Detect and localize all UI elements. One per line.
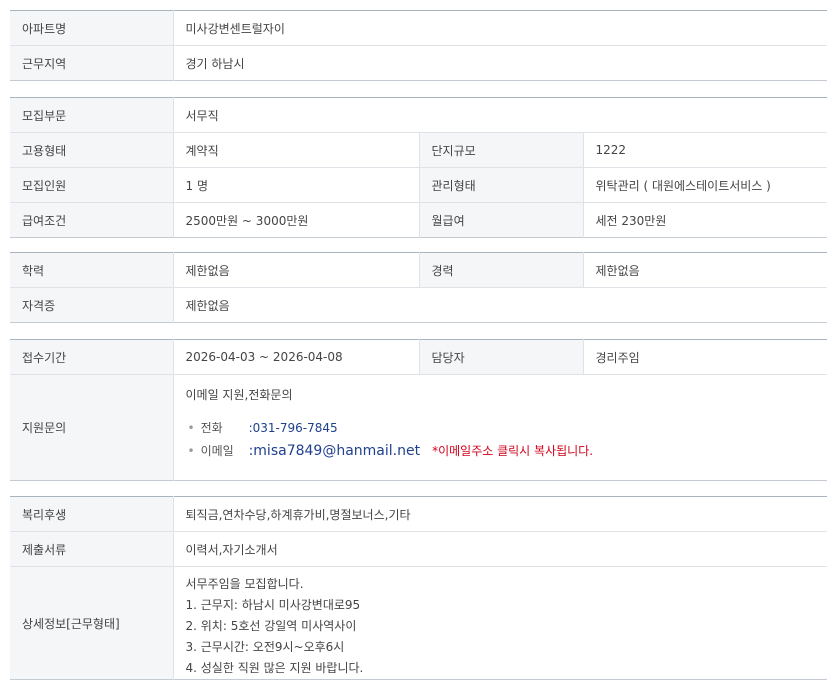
monthly-pay-value: 세전 230만원: [595, 213, 667, 228]
bullet-icon: •: [187, 421, 195, 435]
education-label: 학력: [10, 252, 174, 288]
phone-label: 전화: [200, 421, 223, 435]
phone-line: • 전화 :031-796-7845: [188, 419, 338, 436]
section-application: 접수기간 2026-04-03 ~ 2026-04-08 담당자 경리주임 지원…: [10, 339, 827, 481]
experience-value: 제한없음: [583, 252, 827, 288]
work-region-label: 근무지역: [10, 45, 174, 81]
row-inquiry: 지원문의 이메일 지원,전화문의 • 전화 :031-796-7845 • 이메일 :m…: [10, 374, 827, 481]
row-details: 상세정보[근무형태] 서무주임을 모집합니다. 1. 근무지: 하남시 미사강변…: [10, 566, 827, 680]
inquiry-method: 이메일 지원,전화문의: [185, 388, 293, 402]
phone-number[interactable]: :031-796-7845: [249, 421, 338, 435]
apt-name-value: 미사강변센트럴자이: [173, 10, 827, 46]
row-benefits: 복리후생 퇴직금,연차수당,하계휴가비,명절보너스,기타: [10, 496, 827, 532]
work-region-value: 경기 하남시: [185, 56, 245, 71]
detail-line: 3. 근무시간: 오전9시~오후6시: [185, 640, 345, 654]
section-benefits: 복리후생 퇴직금,연차수당,하계휴가비,명절보너스,기타 제출서류 이력서,자기…: [10, 496, 827, 680]
monthly-pay-label: 월급여: [418, 202, 584, 238]
certificate-label: 자격증: [10, 287, 174, 323]
employment-type-value: 계약직: [173, 132, 419, 168]
row-salary: 급여조건 2500만원 ~ 3000만원 월급여 세전 230만원: [10, 202, 827, 238]
email-line: • 이메일 :misa7849@hanmail.net *이메일주소 클릭시 복사됩니…: [188, 442, 594, 459]
certificate-value: 제한없음: [185, 298, 230, 313]
period-label: 접수기간: [10, 339, 174, 375]
bullet-icon: •: [187, 444, 195, 458]
documents-label: 제출서류: [10, 531, 174, 567]
row-work-region: 근무지역 경기 하남시: [10, 45, 827, 81]
recruit-dept-label: 모집부문: [10, 97, 174, 133]
row-education: 학력 제한없음 경력 제한없음: [10, 252, 827, 288]
section-recruit-info: 모집부문 서무직 고용형태 계약직 단지규모 1222 모집인원 1 명 관리형…: [10, 97, 827, 238]
email-link[interactable]: :misa7849@hanmail.net: [249, 443, 421, 459]
detail-line: 4. 성실한 직원 많은 지원 바랍니다.: [185, 661, 364, 675]
salary-value: 2500만원 ~ 3000만원: [185, 213, 309, 228]
complex-size-value: 1222: [583, 132, 827, 168]
row-certificate: 자격증 제한없음: [10, 287, 827, 323]
inquiry-cell: 이메일 지원,전화문의 • 전화 :031-796-7845 • 이메일 :misa78…: [173, 375, 827, 481]
apt-name-label: 아파트명: [10, 10, 174, 46]
inquiry-label: 지원문의: [10, 374, 174, 481]
row-period: 접수기간 2026-04-03 ~ 2026-04-08 담당자 경리주임: [10, 339, 827, 375]
row-employment-type: 고용형태 계약직 단지규모 1222: [10, 132, 827, 168]
row-documents: 제출서류 이력서,자기소개서: [10, 531, 827, 567]
headcount-value: 1 명: [173, 167, 419, 203]
recruit-dept-value: 서무직: [173, 97, 827, 133]
salary-label: 급여조건: [10, 202, 174, 238]
period-value: 2026-04-03 ~ 2026-04-08: [173, 339, 419, 375]
management-type-value: 위탁관리 ( 대원에스테이트서비스 ): [583, 167, 827, 203]
email-copy-note: *이메일주소 클릭시 복사됩니다.: [432, 444, 594, 458]
experience-label: 경력: [418, 252, 584, 288]
detail-line: 1. 근무지: 하남시 미사강변대로95: [185, 598, 361, 612]
detail-line: 2. 위치: 5호선 강일역 미사역사이: [185, 619, 357, 633]
row-apt-name: 아파트명 미사강변센트럴자이: [10, 10, 827, 46]
documents-value: 이력서,자기소개서: [173, 531, 827, 567]
row-recruit-dept: 모집부문 서무직: [10, 97, 827, 133]
details-value: 서무주임을 모집합니다. 1. 근무지: 하남시 미사강변대로95 2. 위치:…: [173, 567, 827, 680]
benefits-value: 퇴직금,연차수당,하계휴가비,명절보너스,기타: [173, 496, 827, 532]
email-label: 이메일: [200, 444, 234, 458]
manager-value: 경리주임: [583, 339, 827, 375]
education-value: 제한없음: [173, 252, 419, 288]
manager-label: 담당자: [418, 339, 584, 375]
row-headcount: 모집인원 1 명 관리형태 위탁관리 ( 대원에스테이트서비스 ): [10, 167, 827, 203]
details-label: 상세정보[근무형태]: [10, 566, 174, 680]
detail-line: 서무주임을 모집합니다.: [185, 577, 304, 591]
contact-block: 이메일 지원,전화문의 • 전화 :031-796-7845 • 이메일 :misa78…: [174, 375, 828, 480]
section-apartment-info: 아파트명 미사강변센트럴자이 근무지역 경기 하남시: [10, 10, 827, 81]
complex-size-label: 단지규모: [418, 132, 584, 168]
section-qualification: 학력 제한없음 경력 제한없음 자격증 제한없음: [10, 252, 827, 323]
management-type-label: 관리형태: [418, 167, 584, 203]
employment-type-label: 고용형태: [10, 132, 174, 168]
benefits-label: 복리후생: [10, 496, 174, 532]
headcount-label: 모집인원: [10, 167, 174, 203]
